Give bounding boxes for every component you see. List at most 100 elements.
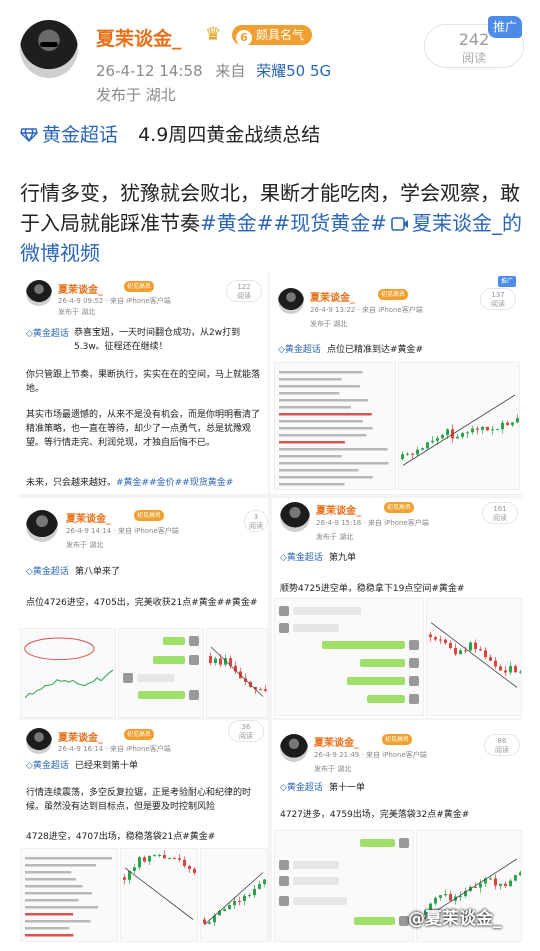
candle-body [464, 650, 467, 652]
text-line [279, 469, 359, 472]
card-meta: 26-4-9 15:18 · 来自 iPhone客户端 [316, 519, 429, 527]
card-badge: 初见高名 [124, 281, 155, 292]
chat-avatar [409, 658, 419, 669]
screenshot-card-3: 夏茉谈金_ 初见高名 26-4-9 14:14 · 来自 iPhone客户端 发… [18, 498, 268, 718]
candle-body [481, 426, 484, 430]
candle-body [173, 858, 176, 860]
text-line [25, 906, 99, 909]
chat-bubble [137, 674, 174, 683]
candlestick-chart [123, 850, 196, 920]
candle-body [133, 867, 136, 871]
candle-body [153, 855, 156, 857]
card-username: 夏茉谈金_ [314, 738, 359, 749]
avatar[interactable] [20, 20, 78, 78]
chat-bubble [347, 677, 405, 686]
card-text: 行情连续震荡，多空反复拉锯，正是考验耐心和纪律的时候。虽然没有达到目标点，但是要… [26, 788, 252, 812]
card-username: 夏茉谈金_ [58, 733, 103, 744]
card-text: 4727进多，4759出场，完美落袋32点#黄金# [280, 810, 470, 820]
text-line [25, 864, 97, 867]
card-read-count: 122 阅读 [226, 280, 262, 302]
watermark: @夏茉谈金_ [408, 909, 502, 929]
card-text-2: 你只管跟上节奏，果断执行，实实在在的空间，马上就能落地。 [26, 370, 261, 394]
card-meta: 26-4-9 16:14 · 来自 iPhone客户端 [58, 745, 171, 753]
candle-body [476, 428, 479, 430]
candle-body [441, 434, 444, 439]
candle-body [178, 858, 181, 860]
card-text-4-body: 未来，只会越来越好。 [26, 478, 117, 488]
username[interactable]: 夏茉谈金_ [96, 24, 182, 51]
card-text: 点位4726进空，4705出，完美收获21点#黄金##黄金# [26, 596, 266, 610]
card-topic-title: 第八单来了 [74, 567, 120, 577]
card-topic: ◇黄金超话 [26, 329, 69, 339]
chat-avatar [409, 639, 419, 650]
text-line [279, 406, 351, 409]
candle-body [434, 897, 437, 904]
candle-body [506, 422, 509, 426]
card-badge: 初见高名 [378, 289, 409, 300]
chat-bubble [293, 876, 340, 885]
collage-image[interactable]: 夏茉谈金_ 初见高名 26-4-9 09:52 · 来自 iPhone客户端 发… [18, 272, 522, 942]
card-read-label: 阅读 [491, 300, 505, 308]
card-topic-link: 黄金超话 [32, 567, 69, 577]
candle-body [431, 440, 434, 443]
candle-body [193, 868, 196, 873]
card-location: 发布于 湖北 [66, 541, 104, 549]
crown-icon[interactable]: ♛ [205, 24, 227, 46]
candlestick-thumbnail [426, 598, 522, 716]
card-avatar [26, 510, 58, 542]
text-line [279, 371, 363, 374]
candle-body [499, 883, 502, 886]
price-line [24, 669, 114, 699]
candle-body [509, 880, 512, 887]
candle-body [504, 883, 507, 887]
card-read-count-value: 3 [253, 513, 259, 521]
card-location: 发布于 湖北 [316, 533, 354, 541]
text-line [25, 920, 91, 923]
chat-bubble [293, 860, 340, 869]
text-line [25, 892, 92, 895]
chat-bubble [293, 896, 347, 905]
card-meta: 26-4-9 21:49 · 来自 iPhone客户端 [314, 751, 427, 759]
card-meta: 26-4-9 09:52 · 来自 iPhone客户端 [58, 297, 171, 305]
card-topic-link: 黄金超话 [286, 783, 323, 793]
doc-thumbnail [274, 362, 396, 490]
candle-body [496, 429, 499, 431]
card-read-label: 阅读 [493, 514, 507, 522]
candle-body [484, 650, 487, 658]
card-avatar [280, 734, 308, 762]
doc-thumbnail [20, 848, 118, 942]
candlestick-chart [209, 646, 267, 697]
chat-avatar [409, 694, 419, 705]
trend-line [124, 867, 194, 920]
card-read-count: 3 阅读 [244, 510, 268, 532]
post-body: 行情多变，犹豫就会败北，果断才能吃肉，学会观察，敢于入局就能踩准节奏#黄金##现… [20, 178, 530, 268]
level-badge-label: 颇具名气 [256, 28, 305, 42]
candle-body [466, 432, 469, 434]
candle-body [469, 642, 472, 651]
hashtag-gold[interactable]: #黄金# [200, 211, 274, 235]
topic-link[interactable]: 黄金超话 [42, 124, 118, 146]
candle-body [253, 888, 256, 896]
text-line [25, 899, 79, 902]
candle-body [519, 671, 521, 673]
text-line [25, 913, 74, 916]
chat-avatar [279, 875, 289, 886]
candle-body [238, 900, 241, 902]
device-link[interactable]: 荣耀50 5G [256, 62, 331, 80]
candle-body [263, 879, 266, 885]
candle-body [444, 639, 447, 644]
candle-body [514, 875, 517, 881]
card-read-count-value: 36 [241, 723, 251, 731]
candle-body [516, 418, 519, 423]
card-read-label: 阅读 [237, 292, 251, 300]
level-number: 6 [236, 30, 252, 46]
candle-body [489, 878, 492, 880]
hashtag-spot-gold[interactable]: #现货黄金# [274, 211, 388, 235]
card-avatar [280, 502, 310, 532]
candle-body [494, 660, 497, 667]
candle-body [436, 438, 439, 441]
level-badge[interactable]: 6 颇具名气 [232, 25, 313, 46]
promo-tag[interactable]: 推广 [488, 16, 522, 38]
doc-text-lines [25, 857, 113, 937]
candle-body [454, 647, 457, 655]
